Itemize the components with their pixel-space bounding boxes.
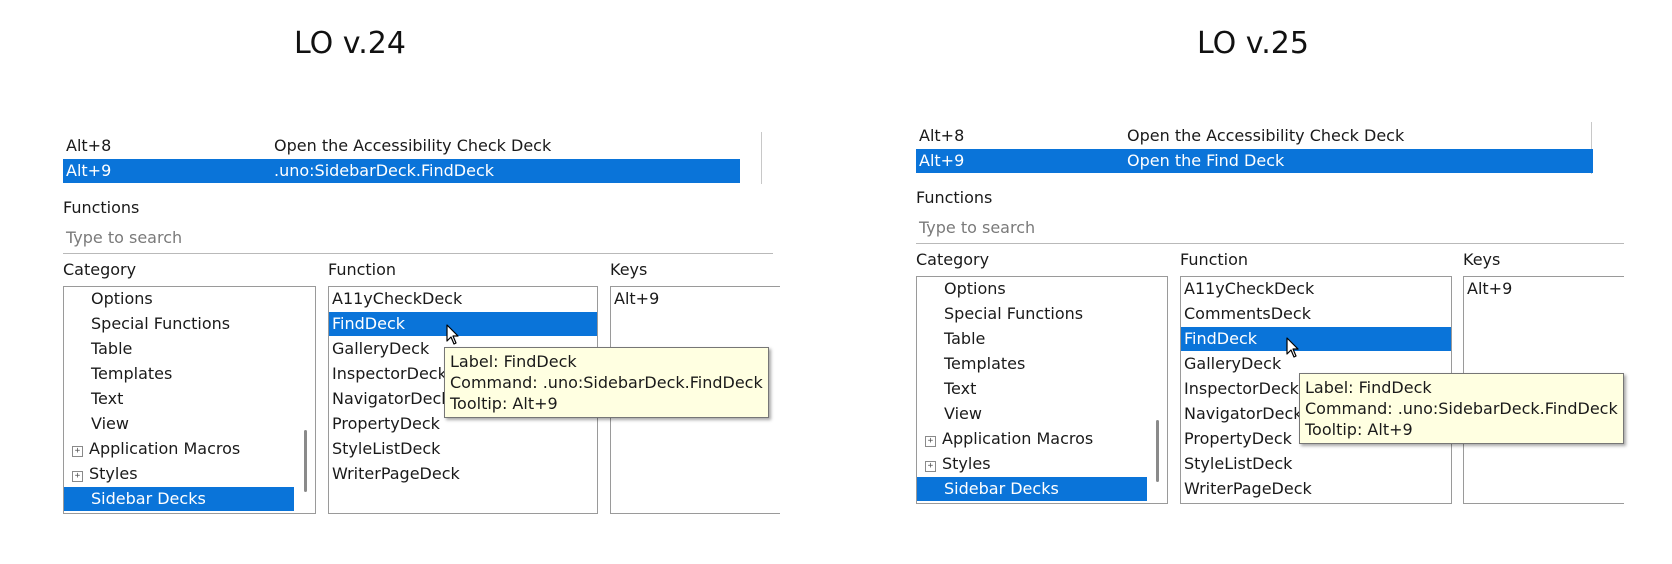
tooltip-label-line: Label: FindDeck — [450, 352, 577, 371]
shortcut-command: Open the Accessibility Check Deck — [274, 136, 552, 155]
function-item-writerpagedeck[interactable]: WriterPageDeck — [329, 462, 597, 486]
right-heading: LO v.25 — [1197, 26, 1309, 61]
category-item-application-macros[interactable]: + Application Macros — [917, 427, 1147, 451]
category-item-special-functions[interactable]: Special Functions — [64, 312, 294, 336]
right-shortcut-row-alt8[interactable]: Alt+8 Open the Accessibility Check Deck — [916, 124, 1593, 148]
right-shortcut-row-alt9[interactable]: Alt+9 Open the Find Deck — [916, 149, 1593, 173]
right-keys-label: Keys — [1463, 250, 1501, 269]
function-item-finddeck[interactable]: FindDeck — [1181, 327, 1451, 351]
function-item-stylelistdeck[interactable]: StyleListDeck — [329, 437, 597, 461]
category-label: Application Macros — [942, 429, 1094, 448]
category-item-styles[interactable]: + Styles — [64, 462, 294, 486]
left-functions-label: Functions — [63, 198, 140, 217]
keys-item-alt9[interactable]: Alt+9 — [1467, 277, 1512, 301]
left-keys-label: Keys — [610, 260, 648, 279]
right-category-label: Category — [916, 250, 990, 269]
tooltip-command-line: Command: .uno:SidebarDeck.FindDeck — [1305, 399, 1618, 418]
expand-plus-icon[interactable]: + — [925, 461, 936, 472]
function-item-a11ycheckdeck[interactable]: A11yCheckDeck — [329, 287, 597, 311]
category-label: Application Macros — [89, 439, 241, 458]
category-item-special-functions[interactable]: Special Functions — [917, 302, 1147, 326]
shortcut-key: Alt+8 — [919, 126, 965, 145]
category-label: Styles — [942, 454, 991, 473]
category-item-sidebar-decks[interactable]: Sidebar Decks — [917, 477, 1147, 501]
tooltip-label-line: Label: FindDeck — [1305, 378, 1432, 397]
category-item-application-macros[interactable]: + Application Macros — [64, 437, 294, 461]
category-item-styles[interactable]: + Styles — [917, 452, 1147, 476]
right-tooltip: Label: FindDeck Command: .uno:SidebarDec… — [1299, 373, 1624, 444]
right-function-label: Function — [1180, 250, 1249, 269]
left-heading: LO v.24 — [294, 26, 406, 61]
expand-plus-icon[interactable]: + — [925, 436, 936, 447]
expand-plus-icon[interactable]: + — [72, 471, 83, 482]
shortcut-key: Alt+9 — [919, 151, 965, 170]
left-shortcut-row-alt9[interactable]: Alt+9 .uno:SidebarDeck.FindDeck — [63, 159, 740, 183]
tooltip-tooltip-line: Tooltip: Alt+9 — [1305, 420, 1413, 439]
category-item-table[interactable]: Table — [917, 327, 1147, 351]
keys-item-alt9[interactable]: Alt+9 — [614, 287, 659, 311]
category-item-templates[interactable]: Templates — [64, 362, 294, 386]
left-shortcut-row-alt8[interactable]: Alt+8 Open the Accessibility Check Deck — [63, 134, 740, 158]
mouse-pointer-icon — [446, 324, 459, 345]
shortcut-key: Alt+8 — [66, 136, 112, 155]
right-search-input[interactable]: Type to search — [916, 218, 1624, 244]
function-item-finddeck[interactable]: FindDeck — [329, 312, 597, 336]
category-item-view[interactable]: View — [64, 412, 294, 436]
tooltip-command-line: Command: .uno:SidebarDeck.FindDeck — [450, 373, 763, 392]
function-item-commentsdeck[interactable]: CommentsDeck — [1181, 302, 1451, 326]
left-category-scrollbar[interactable] — [304, 430, 307, 492]
right-category-list[interactable]: Options Special Functions Table Template… — [916, 276, 1168, 504]
shortcut-command: Open the Find Deck — [1127, 151, 1285, 170]
tooltip-tooltip-line: Tooltip: Alt+9 — [450, 394, 558, 413]
shortcut-command: Open the Accessibility Check Deck — [1127, 126, 1405, 145]
expand-plus-icon[interactable]: + — [72, 446, 83, 457]
left-tooltip: Label: FindDeck Command: .uno:SidebarDec… — [444, 347, 769, 418]
category-item-templates[interactable]: Templates — [917, 352, 1147, 376]
category-item-sidebar-decks[interactable]: Sidebar Decks — [64, 487, 294, 511]
category-label: Styles — [89, 464, 138, 483]
right-category-scrollbar[interactable] — [1156, 420, 1159, 482]
category-item-options[interactable]: Options — [64, 287, 294, 311]
left-category-list[interactable]: Options Special Functions Table Template… — [63, 286, 316, 514]
left-category-label: Category — [63, 260, 137, 279]
left-search-input[interactable]: Type to search — [63, 228, 773, 254]
left-function-label: Function — [328, 260, 397, 279]
category-item-text[interactable]: Text — [64, 387, 294, 411]
function-item-stylelistdeck[interactable]: StyleListDeck — [1181, 452, 1451, 476]
mouse-pointer-icon — [1286, 337, 1299, 358]
function-item-a11ycheckdeck[interactable]: A11yCheckDeck — [1181, 277, 1451, 301]
category-item-table[interactable]: Table — [64, 337, 294, 361]
shortcut-command: .uno:SidebarDeck.FindDeck — [274, 161, 495, 180]
category-item-options[interactable]: Options — [917, 277, 1147, 301]
shortcut-key: Alt+9 — [66, 161, 112, 180]
right-functions-label: Functions — [916, 188, 993, 207]
category-item-view[interactable]: View — [917, 402, 1147, 426]
category-item-text[interactable]: Text — [917, 377, 1147, 401]
function-item-writerpagedeck[interactable]: WriterPageDeck — [1181, 477, 1451, 501]
